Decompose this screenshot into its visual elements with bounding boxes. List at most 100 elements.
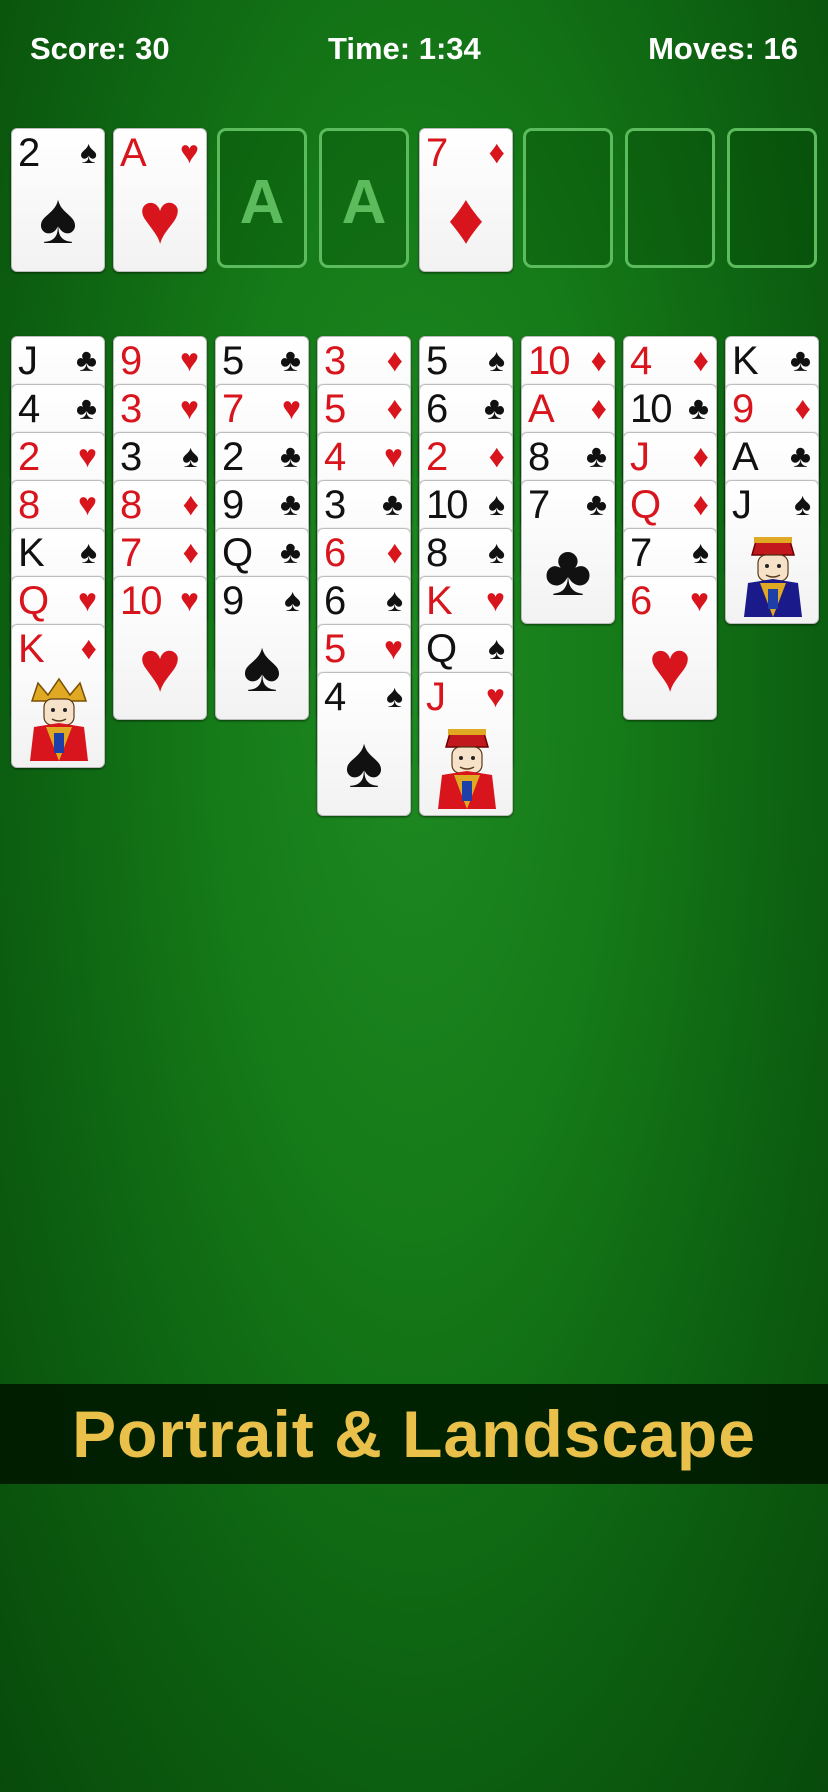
tableau-card-6-of-hearts[interactable]: 6 ♥ ♥	[623, 576, 717, 720]
club-icon: ♣	[586, 486, 607, 522]
king-face-art	[24, 677, 94, 761]
card-rank: 8	[426, 531, 448, 575]
card-rank: 7	[222, 387, 244, 431]
card-rank: 9	[732, 387, 754, 431]
foundation-slot[interactable]: A	[217, 128, 307, 268]
jack-face-art	[738, 533, 808, 617]
spade-icon: ♠	[488, 534, 505, 570]
heart-icon: ♥	[180, 582, 199, 618]
card-rank: 6	[426, 387, 448, 431]
tableau-card-J-of-spades[interactable]: J ♠	[725, 480, 819, 624]
foundation-card-7-of-diamonds[interactable]: 7 ♦ ♦	[419, 128, 513, 272]
free-cell-slot[interactable]	[523, 128, 613, 268]
card-rank: 10	[426, 483, 468, 527]
spade-icon: ♠	[386, 582, 403, 618]
foundation-slot[interactable]: A	[319, 128, 409, 268]
tableau-card-10-of-hearts[interactable]: 10 ♥ ♥	[113, 576, 207, 720]
card-rank: Q	[222, 531, 253, 575]
card-rank: 8	[18, 483, 40, 527]
diamond-icon: ♦	[590, 390, 607, 426]
card-rank: J	[630, 435, 650, 479]
tableau-card-9-of-spades[interactable]: 9 ♠ ♠	[215, 576, 309, 720]
card-rank: 2	[18, 435, 40, 479]
free-cell-slot[interactable]	[727, 128, 817, 268]
card-rank: 5	[324, 627, 346, 671]
heart-icon: ♥	[690, 582, 709, 618]
moves-label: Moves: 16	[648, 31, 798, 66]
card-rank: A	[120, 131, 147, 175]
card-rank: 5	[324, 387, 346, 431]
spade-icon: ♠	[488, 342, 505, 378]
diamond-icon: ♦	[447, 179, 485, 259]
heart-icon: ♥	[180, 134, 199, 170]
card-rank: 3	[324, 483, 346, 527]
heart-icon: ♥	[78, 582, 97, 618]
banner-text: Portrait & Landscape	[72, 1397, 756, 1471]
card-rank: 4	[18, 387, 40, 431]
heart-icon: ♥	[648, 627, 692, 707]
tableau-card-J-of-hearts[interactable]: J ♥	[419, 672, 513, 816]
free-cell-slot[interactable]	[625, 128, 715, 268]
jack-face-art	[432, 725, 502, 809]
spade-icon: ♠	[488, 486, 505, 522]
club-icon: ♣	[382, 486, 403, 522]
spade-icon: ♠	[794, 486, 811, 522]
card-rank: J	[18, 339, 38, 383]
diamond-icon: ♦	[182, 534, 199, 570]
spade-icon: ♠	[488, 630, 505, 666]
card-rank: 7	[120, 531, 142, 575]
score-label: Score: 30	[30, 31, 170, 66]
card-rank: 5	[222, 339, 244, 383]
card-rank: K	[732, 339, 759, 383]
card-rank: 7	[528, 483, 550, 527]
spade-icon: ♠	[386, 678, 403, 714]
spade-icon: ♠	[182, 438, 199, 474]
diamond-icon: ♦	[692, 342, 709, 378]
diamond-icon: ♦	[488, 134, 505, 170]
card-rank: 10	[528, 339, 570, 383]
card-rank: 4	[324, 435, 346, 479]
card-rank: J	[732, 483, 752, 527]
card-rank: 4	[324, 675, 346, 719]
card-rank: K	[426, 579, 453, 623]
diamond-icon: ♦	[692, 438, 709, 474]
tableau-card-K-of-diamonds[interactable]: K ♦	[11, 624, 105, 768]
heart-icon: ♥	[78, 486, 97, 522]
club-icon: ♣	[280, 342, 301, 378]
card-rank: 9	[120, 339, 142, 383]
diamond-icon: ♦	[590, 342, 607, 378]
heart-icon: ♥	[78, 438, 97, 474]
card-rank: 3	[120, 435, 142, 479]
tableau-card-7-of-clubs[interactable]: 7 ♣ ♣	[521, 480, 615, 624]
heart-icon: ♥	[138, 627, 182, 707]
club-icon: ♣	[76, 342, 97, 378]
card-rank: Q	[18, 579, 49, 623]
diamond-icon: ♦	[692, 486, 709, 522]
card-rank: Q	[630, 483, 661, 527]
free-cell-card-A-of-hearts[interactable]: A ♥ ♥	[113, 128, 207, 272]
club-icon: ♣	[790, 438, 811, 474]
card-rank: 6	[630, 579, 652, 623]
card-rank: Q	[426, 627, 457, 671]
card-rank: 4	[630, 339, 652, 383]
heart-icon: ♥	[486, 678, 505, 714]
spade-icon: ♠	[692, 534, 709, 570]
card-rank: 9	[222, 579, 244, 623]
card-rank: 7	[426, 131, 448, 175]
heart-icon: ♥	[282, 390, 301, 426]
free-cell-card-2-of-spades[interactable]: 2 ♠ ♠	[11, 128, 105, 272]
club-icon: ♣	[688, 390, 709, 426]
club-icon: ♣	[484, 390, 505, 426]
promo-banner: Portrait & Landscape	[0, 1384, 828, 1484]
card-rank: 3	[324, 339, 346, 383]
spade-icon: ♠	[284, 582, 301, 618]
card-rank: 6	[324, 579, 346, 623]
tableau-card-4-of-spades[interactable]: 4 ♠ ♠	[317, 672, 411, 816]
heart-icon: ♥	[384, 438, 403, 474]
diamond-icon: ♦	[80, 630, 97, 666]
card-rank: 8	[120, 483, 142, 527]
card-rank: 10	[630, 387, 672, 431]
spade-icon: ♠	[80, 534, 97, 570]
spade-icon: ♠	[80, 134, 97, 170]
spade-icon: ♠	[38, 179, 78, 259]
